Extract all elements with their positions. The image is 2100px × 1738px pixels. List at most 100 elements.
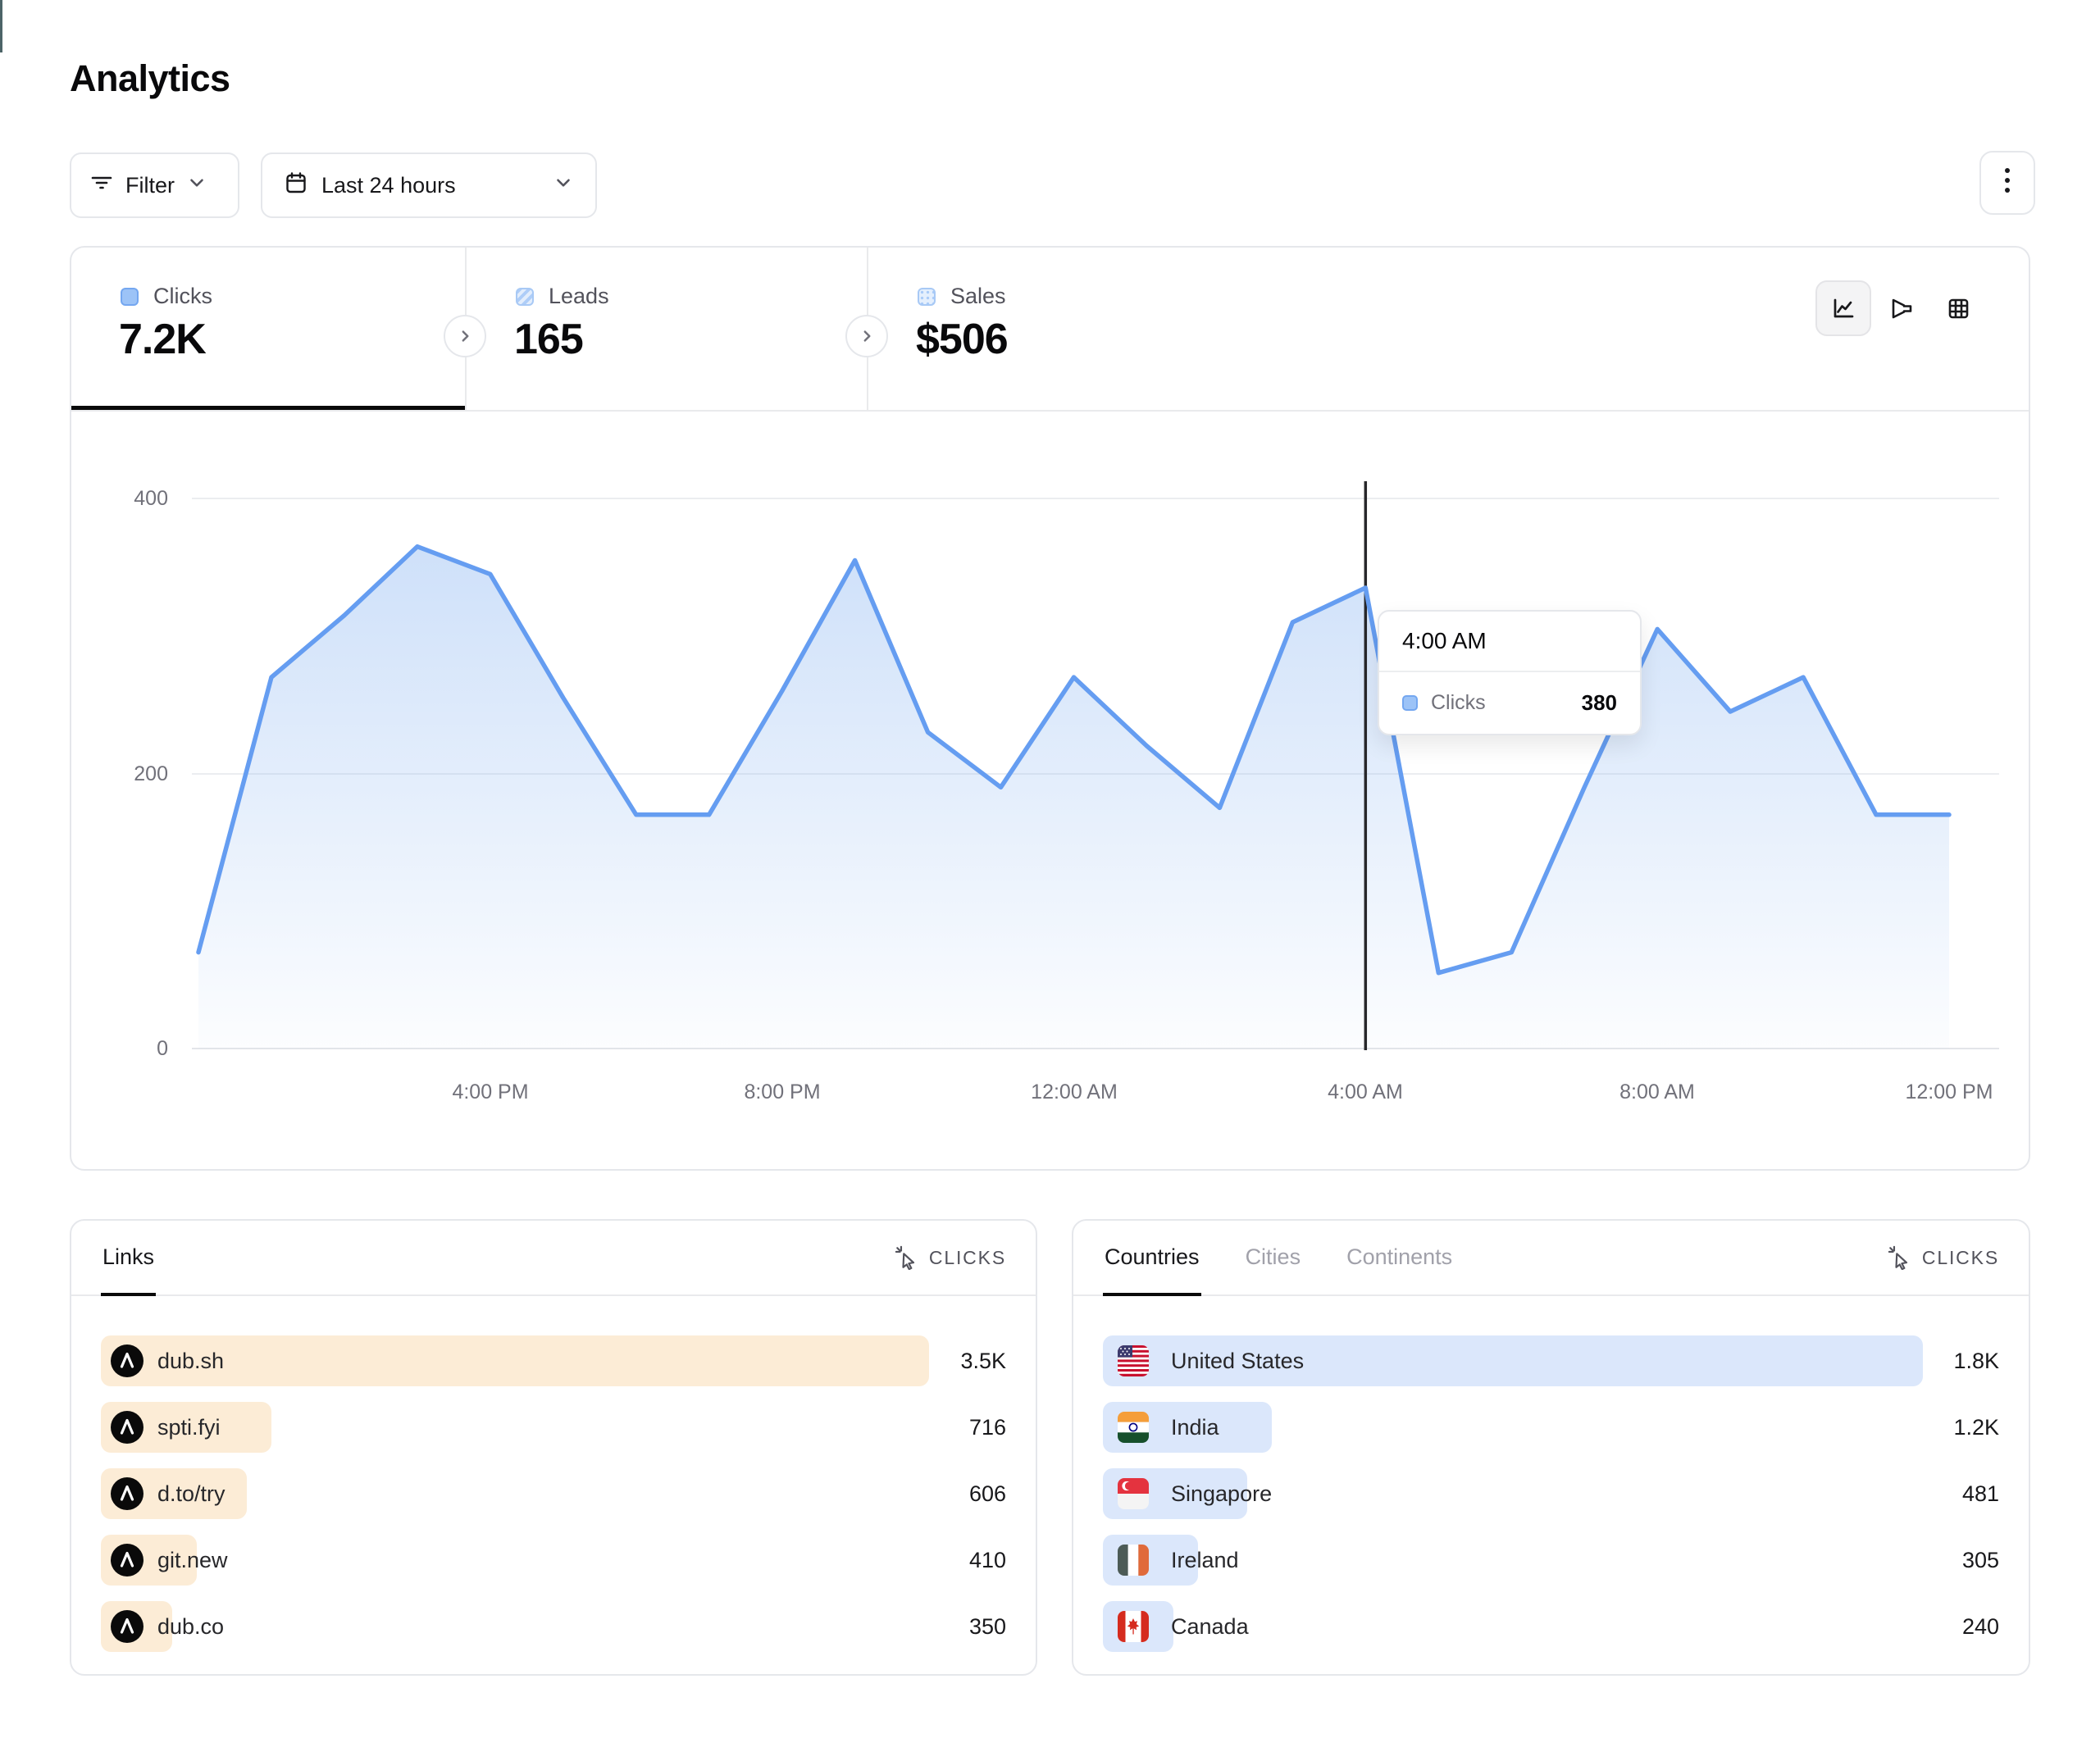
link-label: dub.sh — [157, 1349, 224, 1374]
country-label: India — [1171, 1415, 1219, 1440]
view-toggle-table[interactable] — [1930, 280, 1986, 336]
link-label: git.new — [157, 1548, 228, 1573]
link-clicks-value: 3.5K — [960, 1335, 1006, 1386]
tab-continents[interactable]: Continents — [1345, 1221, 1454, 1296]
link-row[interactable]: git.new 410 — [101, 1535, 1006, 1586]
country-row[interactable]: Singapore 481 — [1103, 1468, 1999, 1519]
chevron-down-icon — [553, 172, 574, 199]
links-metric-label: CLICKS — [929, 1247, 1006, 1269]
x-axis-tick: 8:00 AM — [1575, 1081, 1739, 1104]
link-clicks-value: 410 — [969, 1535, 1006, 1586]
country-clicks-value: 1.2K — [1953, 1402, 1999, 1453]
country-row[interactable]: Ireland 305 — [1103, 1535, 1999, 1586]
window-edge-artifact — [0, 0, 2, 52]
link-row[interactable]: dub.co 350 — [101, 1601, 1006, 1652]
calendar-icon — [284, 171, 308, 201]
link-clicks-value: 716 — [969, 1402, 1006, 1453]
singapore-flag-icon — [1118, 1478, 1149, 1509]
country-label: Singapore — [1171, 1481, 1272, 1507]
leads-legend-icon — [516, 288, 534, 306]
leads-value: 165 — [514, 315, 583, 364]
y-axis-tick: 200 — [78, 762, 168, 786]
table-grid-icon — [1943, 293, 1973, 323]
link-label: spti.fyi — [157, 1415, 221, 1440]
date-range-button[interactable]: Last 24 hours — [261, 152, 597, 218]
tab-links-label: Links — [102, 1244, 154, 1270]
countries-panel-header: Countries Cities Continents CLICKS — [1073, 1221, 2029, 1296]
expand-leads-button[interactable] — [444, 315, 486, 357]
countries-metric-label: CLICKS — [1922, 1247, 1999, 1269]
countries-panel: Countries Cities Continents CLICKS — [1072, 1219, 2030, 1676]
country-clicks-value: 240 — [1962, 1601, 1999, 1652]
line-chart-icon — [1829, 293, 1858, 323]
tab-links[interactable]: Links — [101, 1221, 156, 1296]
y-axis-tick: 400 — [78, 486, 168, 511]
tab-leads[interactable]: Leads 165 — [467, 248, 867, 412]
united-states-flag-icon — [1118, 1345, 1149, 1376]
links-metric-selector[interactable]: CLICKS — [895, 1221, 1006, 1294]
country-label: Ireland — [1171, 1548, 1239, 1573]
clicks-tab-label: Clicks — [153, 284, 212, 309]
kebab-icon — [1994, 164, 2020, 202]
sales-value: $506 — [916, 315, 1008, 364]
links-panel: Links CLICKS dub.sh 3.5K — [70, 1219, 1037, 1676]
chevron-right-icon — [856, 325, 877, 347]
country-clicks-value: 1.8K — [1953, 1335, 1999, 1386]
funnel-chart-icon — [1886, 293, 1916, 323]
chevron-right-icon — [454, 325, 476, 347]
active-tab-underline — [71, 406, 465, 410]
link-label: d.to/try — [157, 1481, 225, 1507]
dub-logo-icon — [111, 1411, 143, 1444]
stats-row: Clicks 7.2K Leads 165 Sales $506 — [71, 248, 2029, 412]
filter-button[interactable]: Filter — [70, 152, 239, 218]
tab-sales[interactable]: Sales $506 — [868, 248, 1269, 412]
link-row[interactable]: d.to/try 606 — [101, 1468, 1006, 1519]
chart-tooltip: 4:00 AM Clicks 380 — [1378, 610, 1642, 735]
cursor-click-icon — [1888, 1245, 1912, 1270]
filter-button-label: Filter — [125, 173, 175, 198]
more-menu-button[interactable] — [1979, 151, 2035, 215]
tab-clicks[interactable]: Clicks 7.2K — [71, 248, 465, 412]
india-flag-icon — [1118, 1412, 1149, 1443]
country-row[interactable]: Canada 240 — [1103, 1601, 1999, 1652]
link-label: dub.co — [157, 1614, 224, 1640]
y-axis-tick: 0 — [78, 1036, 168, 1061]
tooltip-value: 380 — [1582, 690, 1617, 716]
filter-icon — [89, 171, 114, 201]
tooltip-time: 4:00 AM — [1379, 612, 1640, 671]
country-row[interactable]: India 1.2K — [1103, 1402, 1999, 1453]
tab-continents-label: Continents — [1346, 1244, 1452, 1270]
expand-sales-button[interactable] — [845, 315, 888, 357]
links-list: dub.sh 3.5K spti.fyi 716 d.t — [101, 1296, 1006, 1667]
countries-list: United States 1.8K India 1.2K — [1103, 1296, 1999, 1667]
country-row[interactable]: United States 1.8K — [1103, 1335, 1999, 1386]
tab-countries-label: Countries — [1105, 1244, 1200, 1270]
x-axis-tick: 12:00 AM — [992, 1081, 1156, 1104]
dub-logo-icon — [111, 1477, 143, 1510]
ireland-flag-icon — [1118, 1545, 1149, 1576]
link-row[interactable]: dub.sh 3.5K — [101, 1335, 1006, 1386]
link-clicks-value: 606 — [969, 1468, 1006, 1519]
clicks-time-series-chart[interactable]: 400 200 0 4:00 PM 8:00 PM 12:00 AM 4:00 … — [71, 412, 2030, 1171]
dub-logo-icon — [111, 1544, 143, 1576]
sales-legend-icon — [918, 288, 936, 306]
tab-cities[interactable]: Cities — [1244, 1221, 1303, 1296]
tab-countries[interactable]: Countries — [1103, 1221, 1201, 1296]
canada-flag-icon — [1118, 1611, 1149, 1642]
link-row[interactable]: spti.fyi 716 — [101, 1402, 1006, 1453]
analytics-card: Clicks 7.2K Leads 165 Sales $506 — [70, 246, 2030, 1171]
link-clicks-value: 350 — [969, 1601, 1006, 1652]
cursor-click-icon — [895, 1245, 919, 1270]
links-panel-header: Links CLICKS — [71, 1221, 1036, 1296]
tooltip-series-label: Clicks — [1431, 691, 1486, 715]
view-toggle-line-chart[interactable] — [1815, 280, 1871, 336]
x-axis-tick: 12:00 PM — [1867, 1081, 2030, 1104]
country-clicks-value: 305 — [1962, 1535, 1999, 1586]
chart-area-fill — [198, 547, 1949, 1049]
leads-tab-label: Leads — [549, 284, 609, 309]
countries-metric-selector[interactable]: CLICKS — [1888, 1221, 1999, 1294]
tab-cities-label: Cities — [1246, 1244, 1301, 1270]
view-toggle-funnel-chart[interactable] — [1873, 280, 1929, 336]
chart-canvas — [71, 412, 2030, 1171]
page-title: Analytics — [70, 57, 230, 100]
